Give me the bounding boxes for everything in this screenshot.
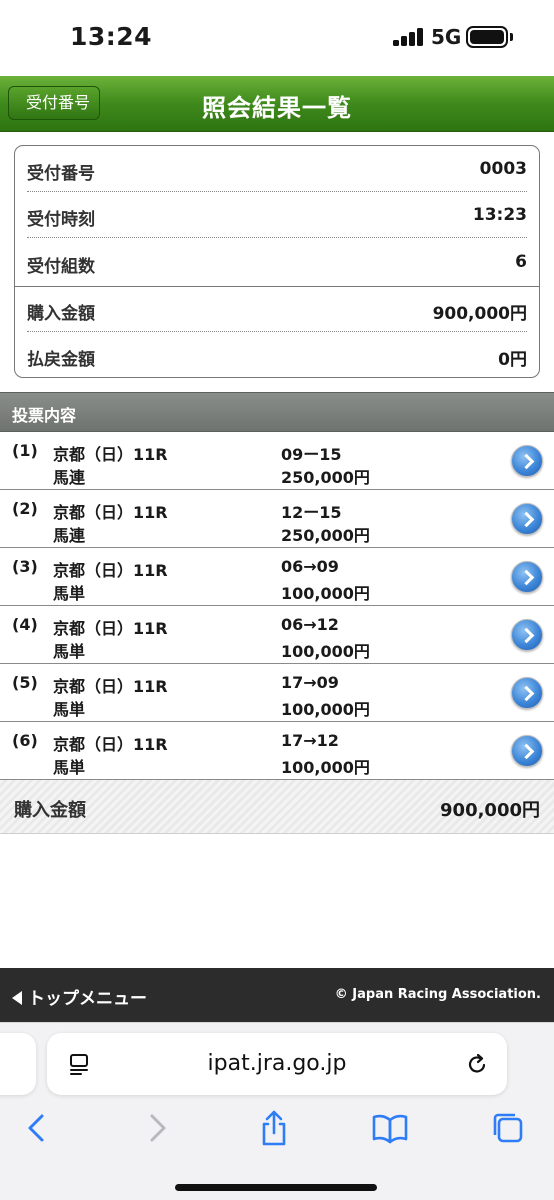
bet-row[interactable]: (1) 京都（日）11R 馬連 09ー15 250,000円 <box>0 432 554 490</box>
url-text: ipat.jra.go.jp <box>207 1051 347 1076</box>
chevron-right-icon[interactable] <box>511 503 543 535</box>
bet-amount: 100,000円 <box>281 758 370 777</box>
bet-race: 京都（日）11R <box>53 561 168 580</box>
summary-label: 購入金額 <box>27 304 95 324</box>
bet-type: 馬単 <box>53 642 86 661</box>
bet-race: 京都（日）11R <box>53 619 168 638</box>
triangle-left-icon <box>12 991 22 1005</box>
summary-row-receipt-time: 受付時刻 13:23 <box>27 192 527 238</box>
bet-race: 京都（日）11R <box>53 503 168 522</box>
bet-combination: 06→09 <box>281 557 339 576</box>
bet-number: (6) <box>12 731 38 750</box>
summary-value: 6 <box>515 252 527 272</box>
back-button-label: 受付番号 <box>26 93 91 112</box>
app-header: 受付番号 照会結果一覧 <box>0 76 554 132</box>
summary-label: 受付組数 <box>27 257 95 277</box>
bet-type: 馬単 <box>53 700 86 719</box>
summary-row-purchase-amount: 購入金額 900,000円 <box>27 286 527 332</box>
bet-type: 馬単 <box>53 758 86 777</box>
status-time: 13:24 <box>70 22 153 51</box>
summary-value: 13:23 <box>472 205 527 225</box>
chevron-right-icon[interactable] <box>511 561 543 593</box>
bet-amount: 250,000円 <box>281 468 370 487</box>
bet-type: 馬連 <box>53 526 86 545</box>
section-title: 投票内容 <box>12 406 77 425</box>
bet-race: 京都（日）11R <box>53 735 168 754</box>
summary-row-payout-amount: 払戻金額 0円 <box>27 332 527 378</box>
summary-label: 受付番号 <box>27 164 95 184</box>
previous-tab-peek[interactable] <box>0 1033 36 1095</box>
summary-label: 払戻金額 <box>27 350 95 370</box>
section-header: 投票内容 <box>0 392 554 432</box>
bookmarks-icon[interactable] <box>370 1108 410 1148</box>
tabs-icon[interactable] <box>488 1108 528 1148</box>
bet-combination: 06→12 <box>281 615 339 634</box>
bet-number: (1) <box>12 441 38 460</box>
bet-row[interactable]: (6) 京都（日）11R 馬単 17→12 100,000円 <box>0 722 554 780</box>
footer-bar: トップメニュー © Japan Racing Association. <box>0 968 554 1022</box>
summary-row-receipt-number: 受付番号 0003 <box>27 146 527 192</box>
total-value: 900,000円 <box>440 800 540 821</box>
bet-combination: 12ー15 <box>281 503 342 522</box>
forward-icon[interactable] <box>138 1108 178 1148</box>
bet-row[interactable]: (2) 京都（日）11R 馬連 12ー15 250,000円 <box>0 490 554 548</box>
bet-race: 京都（日）11R <box>53 677 168 696</box>
bet-type: 馬連 <box>53 468 86 487</box>
network-type: 5G <box>431 25 462 49</box>
bet-number: (3) <box>12 557 38 576</box>
summary-value: 0円 <box>498 350 527 370</box>
share-icon[interactable] <box>254 1108 294 1148</box>
bet-row[interactable]: (5) 京都（日）11R 馬単 17→09 100,000円 <box>0 664 554 722</box>
cellular-signal-icon <box>393 28 425 46</box>
total-row: 購入金額 900,000円 <box>0 780 554 834</box>
bet-number: (2) <box>12 499 38 518</box>
bet-list: (1) 京都（日）11R 馬連 09ー15 250,000円 (2) 京都（日）… <box>0 432 554 780</box>
browser-chrome: ipat.jra.go.jp <box>0 1022 554 1200</box>
bet-number: (4) <box>12 615 38 634</box>
bet-row[interactable]: (3) 京都（日）11R 馬単 06→09 100,000円 <box>0 548 554 606</box>
bet-amount: 100,000円 <box>281 642 370 661</box>
summary-row-bet-count: 受付組数 6 <box>27 239 527 285</box>
bet-amount: 100,000円 <box>281 700 370 719</box>
summary-label: 受付時刻 <box>27 210 95 230</box>
bet-combination: 17→12 <box>281 731 339 750</box>
status-bar: 13:24 5G <box>0 0 554 76</box>
chevron-right-icon[interactable] <box>511 677 543 709</box>
summary-card: 受付番号 0003 受付時刻 13:23 受付組数 6 購入金額 900,000… <box>14 145 540 378</box>
bet-combination: 09ー15 <box>281 445 342 464</box>
top-menu-label: トップメニュー <box>28 989 147 1009</box>
battery-icon <box>466 26 508 48</box>
bet-combination: 17→09 <box>281 673 339 692</box>
chevron-right-icon[interactable] <box>511 735 543 767</box>
chevron-right-icon[interactable] <box>511 619 543 651</box>
summary-value: 0003 <box>479 159 527 179</box>
back-icon[interactable] <box>16 1108 56 1148</box>
chevron-right-icon[interactable] <box>511 445 543 477</box>
bet-race: 京都（日）11R <box>53 445 168 464</box>
bet-amount: 100,000円 <box>281 584 370 603</box>
total-label: 購入金額 <box>14 800 86 821</box>
bet-type: 馬単 <box>53 584 86 603</box>
reload-icon[interactable] <box>465 1052 489 1076</box>
copyright: © Japan Racing Association. <box>334 987 541 1002</box>
bet-row[interactable]: (4) 京都（日）11R 馬単 06→12 100,000円 <box>0 606 554 664</box>
battery-cap <box>510 33 513 41</box>
summary-value: 900,000円 <box>432 304 527 324</box>
bet-number: (5) <box>12 673 38 692</box>
home-indicator <box>175 1184 377 1191</box>
top-menu-link[interactable]: トップメニュー <box>12 984 147 1009</box>
address-bar[interactable]: ipat.jra.go.jp <box>47 1033 507 1095</box>
bet-amount: 250,000円 <box>281 526 370 545</box>
